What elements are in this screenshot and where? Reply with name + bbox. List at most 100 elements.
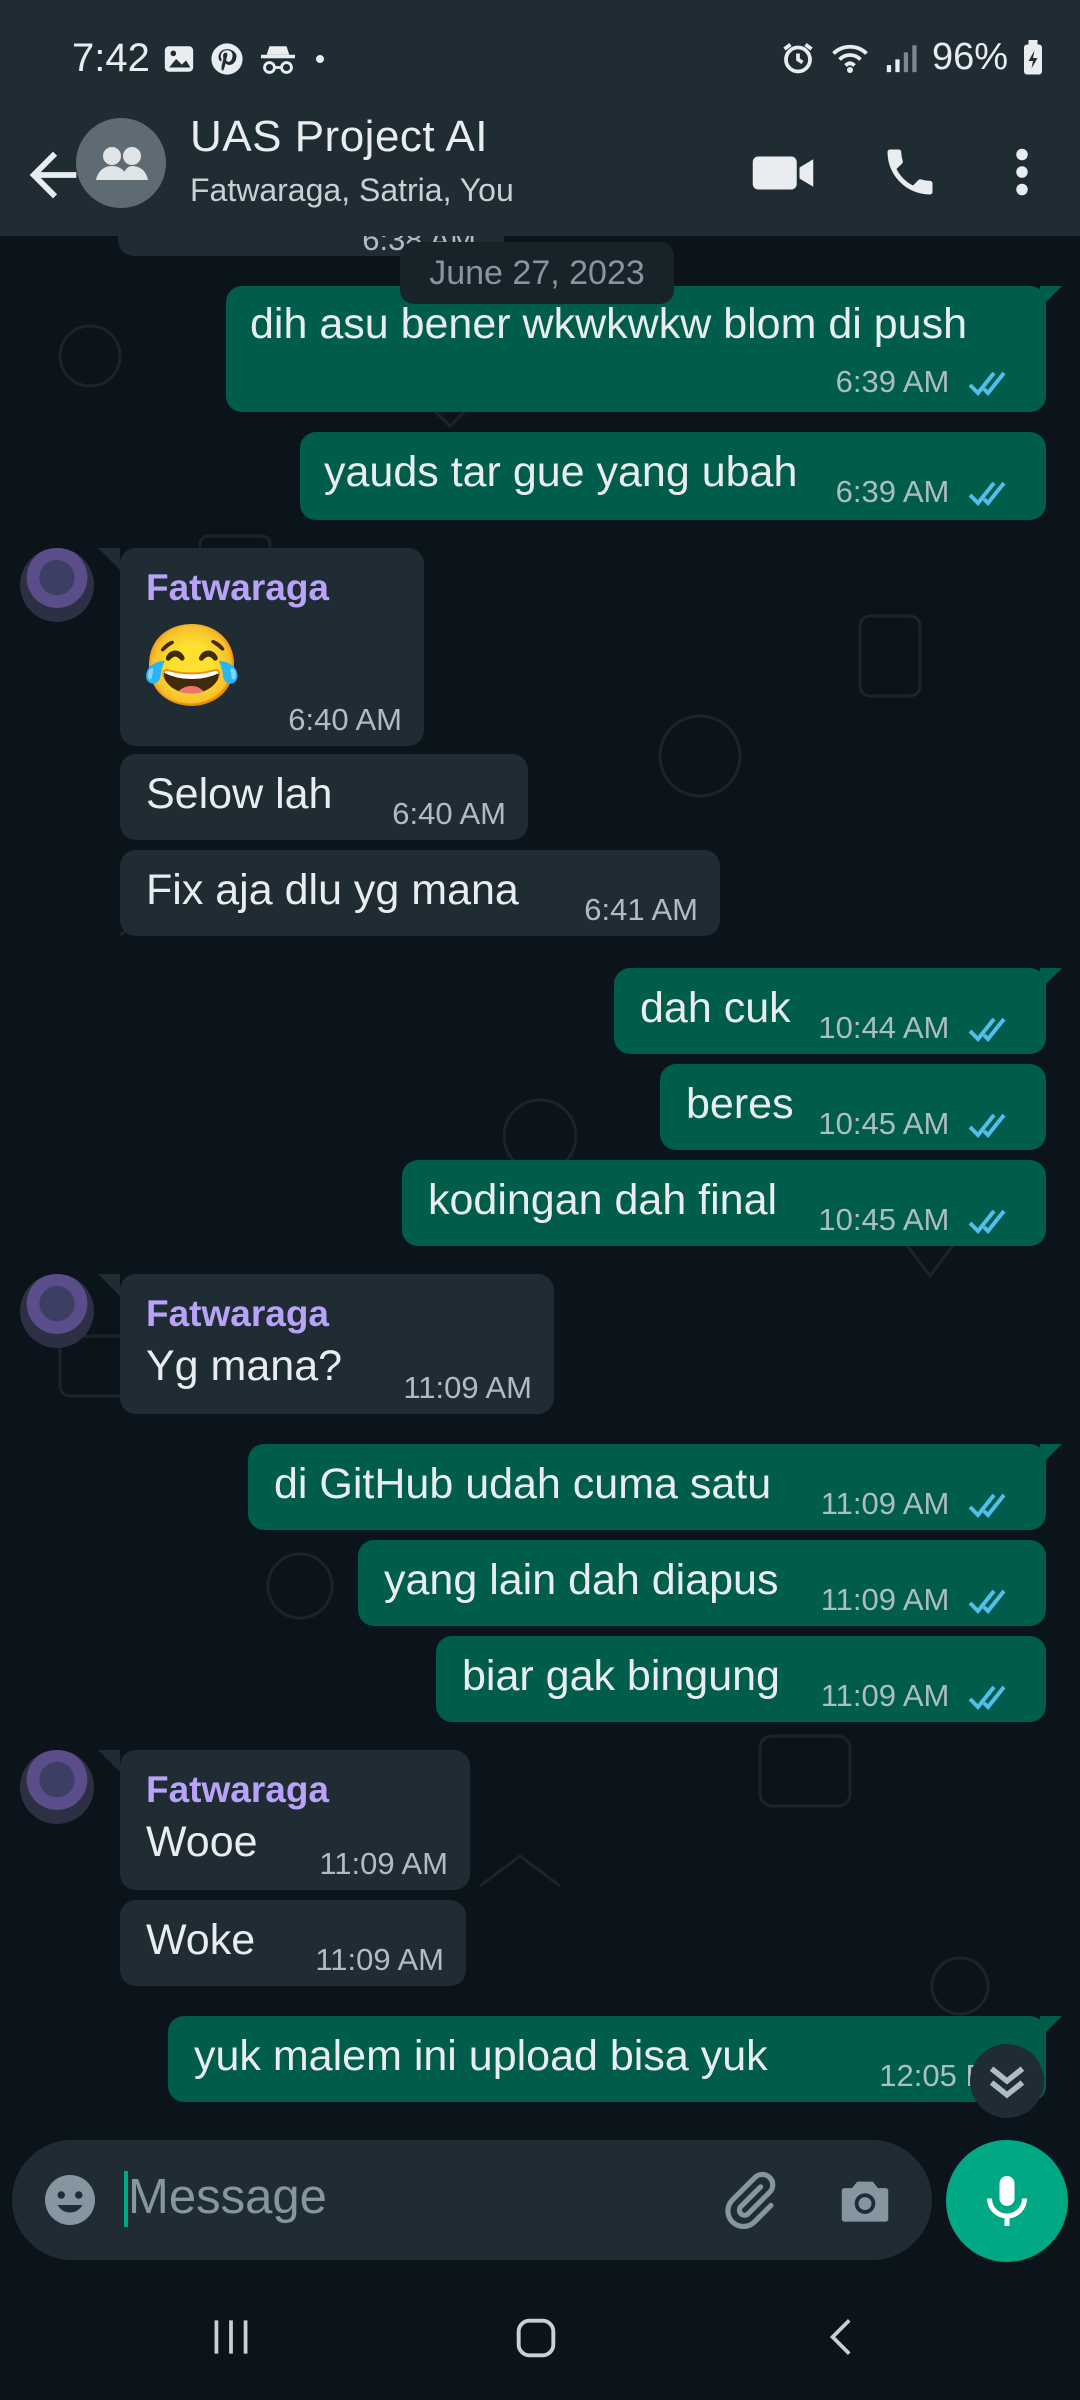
message-list[interactable]: 6:38 AM dih asu bener wkwkwkw blom di pu…: [0, 236, 1080, 2136]
message-input[interactable]: Message: [128, 2169, 327, 2225]
sender-name: Fatwaraga: [146, 1769, 330, 1810]
mic-icon: [987, 2176, 1027, 2226]
chat-title[interactable]: UAS Project AI: [190, 112, 488, 162]
voice-message-button[interactable]: [946, 2140, 1068, 2262]
emoji-icon[interactable]: [40, 2170, 100, 2230]
message-bubble-incoming[interactable]: Selow lah 6:40 AM: [120, 754, 528, 840]
status-right: 96%: [780, 36, 1044, 79]
message-bubble-incoming[interactable]: Fatwaraga Wooe 11:09 AM: [120, 1750, 470, 1890]
message-bubble-outgoing[interactable]: beres 10:45 AM: [660, 1064, 1046, 1150]
message-meta: 11:09 AM: [821, 1574, 1012, 1626]
message-bubble-outgoing[interactable]: dih asu bener wkwkwkw blom di push 6:39 …: [226, 286, 1046, 412]
status-bar: 7:42 96%: [0, 0, 1080, 120]
message-time: 10:45 AM: [818, 1202, 950, 1237]
double-chevron-down-icon: [989, 2066, 1025, 2099]
message-text: Yg mana?: [146, 1342, 343, 1390]
read-ticks-icon: [968, 1685, 1006, 1710]
message-time: 11:09 AM: [820, 1582, 950, 1617]
video-call-icon[interactable]: [750, 140, 816, 206]
read-ticks-icon: [968, 1017, 1006, 1042]
message-text: Fix aja dlu yg mana: [146, 866, 519, 914]
read-ticks-icon: [968, 1589, 1006, 1614]
signal-icon: [886, 44, 917, 72]
message-text: di GitHub udah cuma satu: [274, 1460, 772, 1508]
message-text: Selow lah: [146, 770, 333, 818]
message-bubble-outgoing[interactable]: yang lain dah diapus 11:09 AM: [358, 1540, 1046, 1626]
recent-apps-icon[interactable]: [206, 2312, 256, 2362]
battery-percentage: 96%: [931, 36, 1008, 78]
message-time: 11:09 AM: [403, 1370, 532, 1405]
message-time: 10:45 AM: [818, 1106, 950, 1141]
system-nav-bar: [0, 2274, 1080, 2400]
message-time: 6:40 AM: [392, 796, 506, 831]
message-bubble-incoming[interactable]: Fatwaraga Yg mana? 11:09 AM: [120, 1274, 554, 1414]
wifi-icon: [832, 44, 868, 73]
bubble-tail: [98, 1274, 120, 1296]
home-icon[interactable]: [510, 2312, 562, 2364]
message-time: 11:09 AM: [319, 1846, 448, 1881]
status-time: 7:42: [72, 36, 150, 80]
contact-avatar[interactable]: [20, 548, 94, 622]
message-time: 6:39 AM: [835, 474, 950, 509]
bubble-tail: [1040, 286, 1062, 308]
message-text: dih asu bener wkwkwkw blom di push: [250, 300, 967, 348]
incognito-icon: [261, 46, 295, 74]
battery-icon: [1024, 39, 1042, 74]
back-icon[interactable]: [818, 2312, 868, 2362]
read-ticks-icon: [968, 1113, 1006, 1138]
message-time: 11:09 AM: [315, 1942, 444, 1977]
contact-avatar[interactable]: [20, 1750, 94, 1824]
alarm-icon: [783, 42, 813, 73]
message-bubble-incoming[interactable]: Fatwaraga 😂 6:40 AM: [120, 548, 424, 746]
attach-icon[interactable]: [718, 2170, 780, 2232]
bubble-tail: [98, 548, 120, 570]
message-bubble-outgoing[interactable]: kodingan dah final 10:45 AM: [402, 1160, 1046, 1246]
message-text: Woke: [146, 1916, 256, 1964]
scroll-to-bottom-button[interactable]: [970, 2044, 1044, 2118]
message-time: 6:41 AM: [584, 892, 698, 927]
message-time: 6:40 AM: [288, 702, 402, 737]
dot-icon: [316, 55, 324, 63]
read-ticks-icon: [968, 481, 1006, 506]
message-meta: 6:39 AM: [836, 356, 1012, 408]
camera-icon[interactable]: [834, 2170, 896, 2232]
contact-avatar[interactable]: [20, 1274, 94, 1348]
more-options-icon[interactable]: [1000, 142, 1044, 202]
message-bubble-outgoing[interactable]: yauds tar gue yang ubah 6:39 AM: [300, 432, 1046, 520]
message-text: beres: [686, 1080, 794, 1128]
message-meta: 10:45 AM: [818, 1194, 1012, 1246]
message-bubble-incoming[interactable]: Fix aja dlu yg mana 6:41 AM: [120, 850, 720, 936]
message-text: kodingan dah final: [428, 1176, 778, 1224]
message-text: dah cuk: [640, 984, 791, 1032]
message-bubble-outgoing[interactable]: di GitHub udah cuma satu 11:09 AM: [248, 1444, 1046, 1530]
chat-participants[interactable]: Fatwaraga, Satria, You: [190, 172, 514, 209]
message-meta: 10:45 AM: [818, 1098, 1012, 1150]
group-avatar-icon[interactable]: [76, 118, 166, 208]
message-meta: 6:39 AM: [836, 466, 1012, 518]
message-bubble-outgoing[interactable]: yuk malem ini upload bisa yuk 12:05 PM: [168, 2016, 1046, 2102]
message-text: Wooe: [146, 1818, 258, 1866]
message-meta: 11:09 AM: [821, 1670, 1012, 1722]
message-text: biar gak bingung: [462, 1652, 780, 1700]
message-time: 10:44 AM: [818, 1010, 950, 1045]
emoji-message: 😂: [142, 621, 242, 710]
voice-call-icon[interactable]: [880, 142, 940, 202]
message-bubble-incoming[interactable]: Woke 11:09 AM: [120, 1900, 466, 1986]
message-time: 6:39 AM: [835, 364, 950, 399]
message-time: 11:09 AM: [820, 1678, 950, 1713]
read-ticks-icon: [968, 1209, 1006, 1234]
date-chip: June 27, 2023: [400, 242, 674, 304]
message-bubble-outgoing[interactable]: biar gak bingung 11:09 AM: [436, 1636, 1046, 1722]
message-text: yuk malem ini upload bisa yuk: [194, 2032, 768, 2080]
bubble-tail: [98, 1750, 120, 1772]
message-text: yauds tar gue yang ubah: [324, 448, 798, 496]
pinterest-icon: [211, 43, 243, 75]
sender-name: Fatwaraga: [146, 567, 330, 608]
sender-name: Fatwaraga: [146, 1293, 330, 1334]
message-meta: 11:09 AM: [821, 1478, 1012, 1530]
gallery-icon: [164, 46, 194, 72]
read-ticks-icon: [968, 1493, 1006, 1518]
read-ticks-icon: [968, 371, 1006, 396]
message-bubble-outgoing[interactable]: dah cuk 10:44 AM: [614, 968, 1046, 1054]
notification-icons: [162, 42, 328, 76]
